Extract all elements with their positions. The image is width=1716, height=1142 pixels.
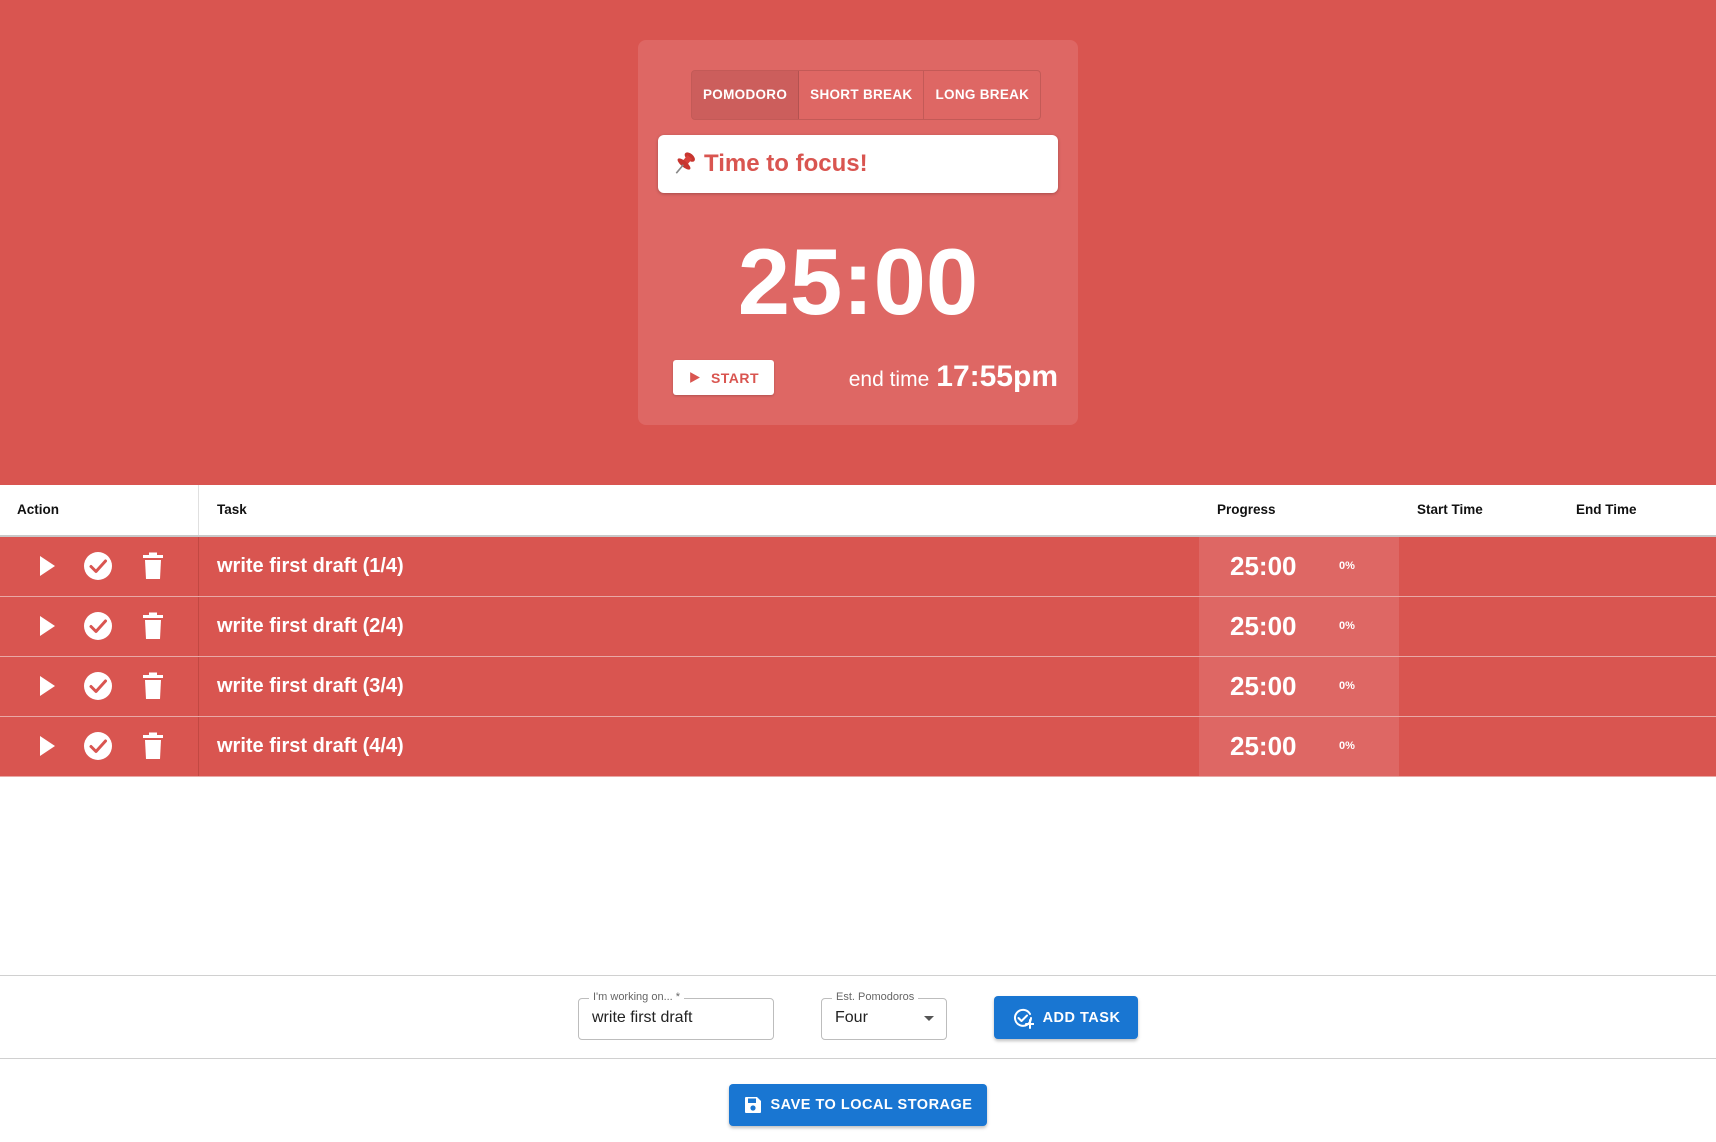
progress-cell: 25:00 0%: [1199, 657, 1399, 716]
task-input-label: I'm working on... *: [589, 991, 685, 1003]
progress-cell: 25:00 0%: [1199, 597, 1399, 656]
play-icon[interactable]: [31, 611, 61, 641]
header-action: Action: [17, 502, 59, 517]
est-pomodoros-value: Four: [835, 1009, 868, 1026]
mode-long-break-button[interactable]: LONG BREAK: [924, 71, 1040, 119]
play-icon: [690, 372, 700, 383]
task-input-field: I'm working on... *: [578, 991, 774, 1040]
check-circle-icon[interactable]: [83, 551, 113, 581]
add-task-form: I'm working on... * Est. Pomodoros Four …: [0, 975, 1716, 1059]
add-task-icon: [1013, 1008, 1034, 1029]
task-input[interactable]: [592, 1009, 762, 1027]
progress-time: 25:00: [1230, 551, 1297, 581]
progress-time: 25:00: [1230, 611, 1297, 641]
progress-time: 25:00: [1230, 731, 1297, 761]
row-actions: [0, 537, 198, 596]
header-start-time: Start Time: [1417, 502, 1483, 517]
est-pomodoros-label: Est. Pomodoros: [832, 991, 919, 1003]
row-actions: [0, 597, 198, 656]
play-icon[interactable]: [31, 551, 61, 581]
mode-short-break-button[interactable]: SHORT BREAK: [799, 71, 925, 119]
table-row: write first draft (2/4) 25:00 0%: [0, 597, 1716, 657]
save-local-storage-button[interactable]: SAVE TO LOCAL STORAGE: [729, 1084, 987, 1126]
task-table: Action Task Progress Start Time End Time…: [0, 485, 1716, 777]
end-time-value: 17:55pm: [936, 360, 1058, 393]
end-time-label: end time: [848, 368, 930, 391]
progress-percent: 0%: [1339, 620, 1355, 632]
mode-toggle-group: POMODORO SHORT BREAK LONG BREAK: [691, 70, 1042, 120]
focus-message: Time to focus!: [704, 150, 868, 177]
table-row: write first draft (4/4) 25:00 0%: [0, 717, 1716, 777]
check-circle-icon[interactable]: [83, 731, 113, 761]
chevron-down-icon: [924, 1016, 934, 1021]
trash-icon[interactable]: [138, 731, 168, 761]
start-button-label: START: [710, 369, 760, 386]
header-task: Task: [217, 502, 247, 517]
play-icon[interactable]: [31, 731, 61, 761]
add-task-button[interactable]: ADD TASK: [994, 996, 1138, 1039]
progress-cell: 25:00 0%: [1199, 717, 1399, 776]
mode-pomodoro-button[interactable]: POMODORO: [692, 71, 800, 119]
task-name: write first draft (1/4): [217, 555, 404, 577]
save-local-storage-label: SAVE TO LOCAL STORAGE: [770, 1097, 973, 1113]
task-name: write first draft (3/4): [217, 675, 404, 697]
pushpin-icon: [675, 152, 695, 174]
add-task-label: ADD TASK: [1042, 1009, 1121, 1026]
trash-icon[interactable]: [138, 611, 168, 641]
table-header: Action Task Progress Start Time End Time: [0, 485, 1716, 537]
task-name: write first draft (2/4): [217, 615, 404, 637]
est-pomodoros-select[interactable]: Est. Pomodoros Four: [821, 991, 947, 1040]
timer-section: POMODORO SHORT BREAK LONG BREAK Time to …: [0, 0, 1716, 485]
progress-time: 25:00: [1230, 671, 1297, 701]
progress-cell: 25:00 0%: [1199, 537, 1399, 596]
check-circle-icon[interactable]: [83, 611, 113, 641]
row-actions: [0, 717, 198, 776]
play-icon[interactable]: [31, 671, 61, 701]
floppy-disk-icon: [744, 1097, 761, 1113]
focus-message-box: Time to focus!: [658, 135, 1058, 193]
timer-display: 25:00: [737, 229, 979, 334]
task-name: write first draft (4/4): [217, 735, 404, 757]
row-actions: [0, 657, 198, 716]
header-end-time: End Time: [1576, 502, 1637, 517]
trash-icon[interactable]: [138, 671, 168, 701]
end-time: end time 17:55pm: [849, 360, 1058, 394]
check-circle-icon[interactable]: [83, 671, 113, 701]
timer-card: POMODORO SHORT BREAK LONG BREAK Time to …: [638, 40, 1078, 425]
progress-percent: 0%: [1339, 680, 1355, 692]
start-button[interactable]: START: [673, 360, 774, 395]
header-progress: Progress: [1217, 502, 1276, 517]
trash-icon[interactable]: [138, 551, 168, 581]
progress-percent: 0%: [1339, 560, 1355, 572]
table-row: write first draft (3/4) 25:00 0%: [0, 657, 1716, 717]
progress-percent: 0%: [1339, 740, 1355, 752]
table-row: write first draft (1/4) 25:00 0%: [0, 537, 1716, 597]
